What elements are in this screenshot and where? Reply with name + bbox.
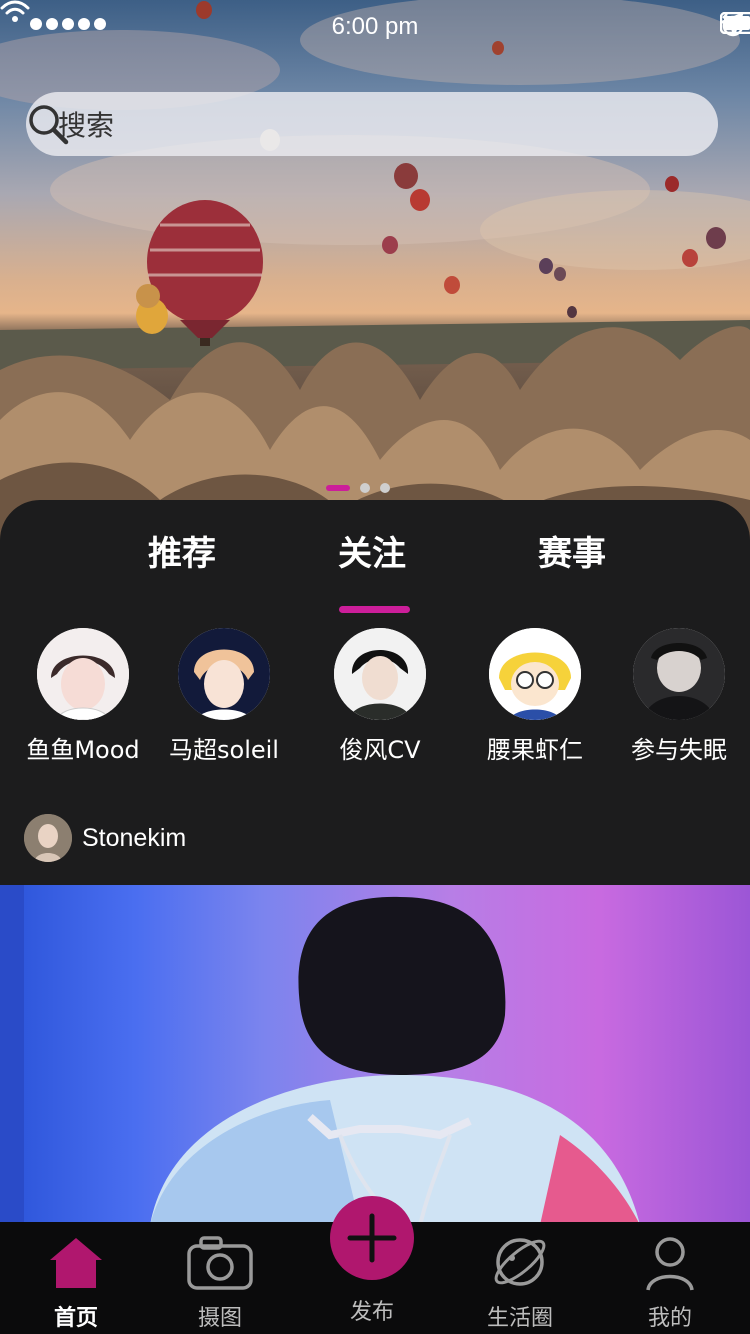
post-header[interactable]: Stonekim	[24, 814, 186, 862]
following-item[interactable]: 俊风CV	[305, 628, 455, 765]
carousel-dot-active	[326, 485, 350, 491]
planet-icon	[494, 1238, 546, 1286]
tab-home[interactable]: 首页	[16, 1232, 136, 1332]
follower-name: 参与失眠	[631, 736, 727, 764]
avatar[interactable]	[37, 628, 129, 720]
hero-banner[interactable]: 6:00 pm 搜索	[0, 0, 750, 540]
carousel-dot	[360, 483, 370, 493]
tab-label: 我的	[647, 1306, 692, 1331]
avatar[interactable]	[489, 628, 581, 720]
tab-events[interactable]: 赛事	[538, 526, 606, 575]
post-author-avatar[interactable]	[24, 814, 72, 862]
avatar[interactable]	[334, 628, 426, 720]
battery-icon	[720, 12, 750, 34]
post-image[interactable]	[0, 885, 750, 1225]
tab-recommend[interactable]: 推荐	[148, 526, 216, 575]
carousel-dot	[380, 483, 390, 493]
profile-icon	[646, 1237, 694, 1291]
tab-label: 摄图	[197, 1306, 242, 1331]
publish-label: 发布	[349, 1300, 394, 1325]
following-item[interactable]: 马超soleil	[149, 628, 299, 765]
follower-name: 马超soleil	[169, 736, 279, 764]
following-item[interactable]: 腰果虾仁	[460, 628, 610, 765]
feed-tabs: 推荐 关注 赛事	[0, 526, 750, 613]
app-screen: 6:00 pm 搜索 推荐 关注 赛事 鱼鱼Mood 马超soleil 俊风CV…	[0, 0, 750, 1334]
follower-name: 腰果虾仁	[487, 736, 583, 764]
banner-scene	[0, 0, 750, 540]
home-icon	[50, 1238, 102, 1288]
following-list: 鱼鱼Mood 马超soleil 俊风CV 腰果虾仁 参与失眠	[0, 628, 750, 768]
camera-icon	[187, 1236, 253, 1290]
following-item[interactable]: 鱼鱼Mood	[8, 628, 158, 765]
status-time: 6:00 pm	[331, 13, 419, 40]
follower-name: 俊风CV	[339, 736, 421, 764]
search-bar[interactable]: 搜索	[26, 92, 718, 156]
follower-name: 鱼鱼Mood	[26, 736, 140, 764]
active-tab-indicator	[339, 606, 410, 613]
tab-label: 首页	[53, 1306, 98, 1331]
following-item[interactable]: 参与失眠	[604, 628, 750, 765]
search-icon[interactable]	[26, 102, 70, 146]
publish-button[interactable]	[330, 1196, 414, 1280]
carousel-indicator	[326, 483, 390, 493]
tab-life-circle[interactable]: 生活圈	[460, 1232, 580, 1332]
avatar[interactable]	[633, 628, 725, 720]
plus-icon	[347, 1213, 397, 1263]
post-author-name[interactable]: Stonekim	[82, 824, 186, 853]
tab-mine[interactable]: 我的	[610, 1232, 730, 1332]
tab-label: 生活圈	[486, 1306, 553, 1331]
avatar[interactable]	[178, 628, 270, 720]
status-bar: 6:00 pm	[0, 0, 750, 54]
tab-following[interactable]: 关注	[338, 526, 406, 575]
tab-camera[interactable]: 摄图	[160, 1232, 280, 1332]
